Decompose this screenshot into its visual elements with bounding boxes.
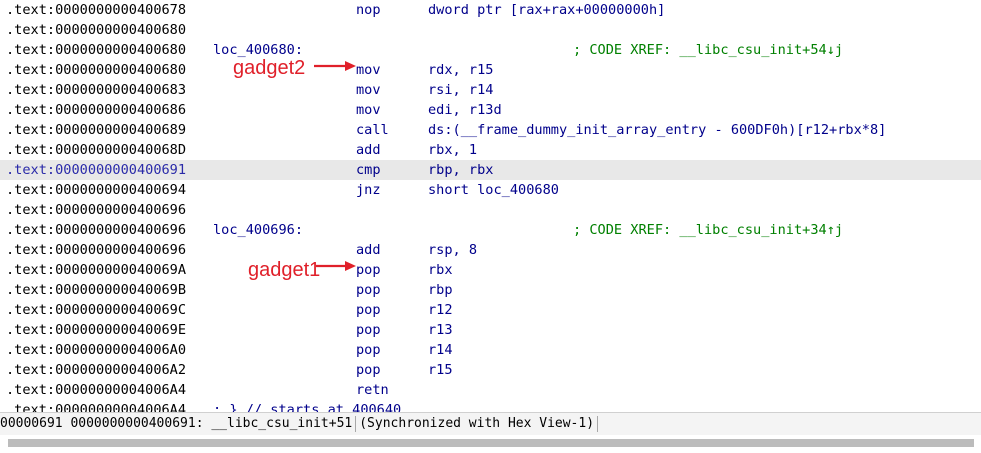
disasm-line[interactable]: .text:000000000040069C pop r12 xyxy=(0,300,981,320)
line-operands: rsp, 8 xyxy=(428,242,478,258)
gadget1-arrow-icon xyxy=(316,261,356,271)
status-sync: (Synchronized with Hex View-1) xyxy=(359,416,595,431)
line-mnemonic: pop xyxy=(356,302,381,318)
status-bar: 00000691 0000000000400691: __libc_csu_in… xyxy=(0,412,981,435)
disasm-line[interactable]: .text:000000000040068D add rbx, 1 xyxy=(0,140,981,160)
disasm-line[interactable]: .text:0000000000400696 add rsp, 8 xyxy=(0,240,981,260)
scrollbar-thumb[interactable] xyxy=(8,439,974,447)
line-address: .text:0000000000400680 xyxy=(6,22,187,38)
disasm-line[interactable]: .text:0000000000400680 loc_400680:; CODE … xyxy=(0,40,981,60)
disasm-line[interactable]: .text:0000000000400680 xyxy=(0,20,981,40)
line-operands: rdx, r15 xyxy=(428,62,494,78)
disasm-line[interactable]: .text:00000000004006A2 pop r15 xyxy=(0,360,981,380)
line-operands: r15 xyxy=(428,362,453,378)
line-mnemonic: mov xyxy=(356,82,381,98)
line-address: .text:0000000000400683 xyxy=(6,82,187,98)
line-mnemonic: retn xyxy=(356,382,389,398)
line-operands: rsi, r14 xyxy=(428,82,494,98)
line-address: .text:000000000040069A xyxy=(6,262,187,278)
line-mnemonic: pop xyxy=(356,322,381,338)
disasm-line[interactable]: .text:000000000040069E pop r13 xyxy=(0,320,981,340)
line-operands: edi, r13d xyxy=(428,102,502,118)
disasm-line[interactable]: .text:0000000000400689 call ds:(__frame_du… xyxy=(0,120,981,140)
line-operands: r13 xyxy=(428,322,453,338)
line-address: .text:0000000000400680 xyxy=(6,42,187,58)
disasm-line[interactable]: .text:0000000000400686 mov edi, r13d xyxy=(0,100,981,120)
disasm-line[interactable]: .text:0000000000400694 jnz short loc_40068… xyxy=(0,180,981,200)
line-operands: short loc_400680 xyxy=(428,182,559,198)
line-address: .text:00000000004006A4 xyxy=(6,382,187,398)
disasm-line[interactable]: .text:0000000000400696 loc_400696: ; CODE … xyxy=(0,220,981,240)
line-address: .text:00000000004006A2 xyxy=(6,362,187,378)
line-mnemonic: pop xyxy=(356,342,381,358)
disasm-line[interactable]: .text:0000000000400683 mov rsi, r14 xyxy=(0,80,981,100)
line-operands: r12 xyxy=(428,302,453,318)
line-address: .text:0000000000400696 xyxy=(6,222,187,238)
line-comment: ; } // starts at 400640 xyxy=(213,402,402,412)
line-mnemonic: call xyxy=(356,122,389,138)
line-xref-comment[interactable]: ; CODE XREF: __libc_csu_init+34↑j xyxy=(573,220,843,240)
status-address: 0000000000400691 xyxy=(70,416,196,431)
line-address: .text:00000000004006A4 xyxy=(6,402,187,412)
status-location: __libc_csu_init+51 xyxy=(211,416,353,431)
line-mnemonic: pop xyxy=(356,282,381,298)
disassembly-view[interactable]: .text:0000000000400678 nop dword ptr [rax+… xyxy=(0,0,981,412)
line-address: .text:0000000000400680 xyxy=(6,62,187,78)
line-address: .text:0000000000400691 xyxy=(6,162,187,178)
line-label[interactable]: loc_400696: xyxy=(213,220,303,240)
line-operands: dword ptr [rax+rax+00000000h] xyxy=(428,2,666,18)
line-address: .text:000000000040069C xyxy=(6,302,187,318)
line-operands: rbp xyxy=(428,282,453,298)
line-address: .text:000000000040068D xyxy=(6,142,187,158)
line-mnemonic: add xyxy=(356,242,381,258)
line-address: .text:0000000000400686 xyxy=(6,102,187,118)
line-operands: rbx, 1 xyxy=(428,142,478,158)
line-mnemonic: mov xyxy=(356,62,381,78)
disasm-line[interactable]: .text:0000000000400696 xyxy=(0,200,981,220)
line-mnemonic: pop xyxy=(356,262,381,278)
line-operands: r14 xyxy=(428,342,453,358)
line-operands: rbp, rbx xyxy=(428,162,494,178)
gadget2-annotation: gadget2 xyxy=(233,57,306,79)
line-address: .text:0000000000400689 xyxy=(6,122,187,138)
disasm-line[interactable]: .text:000000000040069B pop rbp xyxy=(0,280,981,300)
disasm-line[interactable]: .text:0000000000400678 nop dword ptr [rax+… xyxy=(0,0,981,20)
line-address: .text:000000000040069B xyxy=(6,282,187,298)
disasm-line[interactable]: .text:0000000000400680 mov rdx, r15 xyxy=(0,60,981,80)
status-separator xyxy=(597,415,599,432)
line-xref-comment[interactable]: ; CODE XREF: __libc_csu_init+54↓j xyxy=(573,40,843,60)
line-mnemonic: pop xyxy=(356,362,381,378)
disasm-line-current[interactable]: .text:0000000000400691 cmp rbp, rbx xyxy=(0,160,981,180)
disasm-line[interactable]: .text:000000000040069A pop rbx xyxy=(0,260,981,280)
line-address: .text:0000000000400694 xyxy=(6,182,187,198)
line-address: .text:0000000000400696 xyxy=(6,202,187,218)
disasm-line[interactable]: .text:00000000004006A4 ; } // starts at 4… xyxy=(0,400,981,412)
status-offset: 00000691 xyxy=(0,416,63,431)
disasm-line[interactable]: .text:00000000004006A4 retn xyxy=(0,380,981,400)
line-address: .text:0000000000400696 xyxy=(6,242,187,258)
line-mnemonic: cmp xyxy=(356,162,381,178)
line-operands: ds:(__frame_dummy_init_array_entry - 600… xyxy=(428,122,887,138)
line-mnemonic: nop xyxy=(356,2,381,18)
line-operands: rbx xyxy=(428,262,453,278)
line-address: .text:0000000000400678 xyxy=(6,2,187,18)
gadget2-arrow-icon xyxy=(314,61,356,71)
line-address: .text:000000000040069E xyxy=(6,322,187,338)
horizontal-scrollbar[interactable] xyxy=(0,435,981,453)
line-mnemonic: mov xyxy=(356,102,381,118)
disasm-line[interactable]: .text:00000000004006A0 pop r14 xyxy=(0,340,981,360)
line-mnemonic: jnz xyxy=(356,182,381,198)
line-address: .text:00000000004006A0 xyxy=(6,342,187,358)
line-mnemonic: add xyxy=(356,142,381,158)
gadget1-annotation: gadget1 xyxy=(248,259,321,281)
status-separator xyxy=(355,415,357,432)
